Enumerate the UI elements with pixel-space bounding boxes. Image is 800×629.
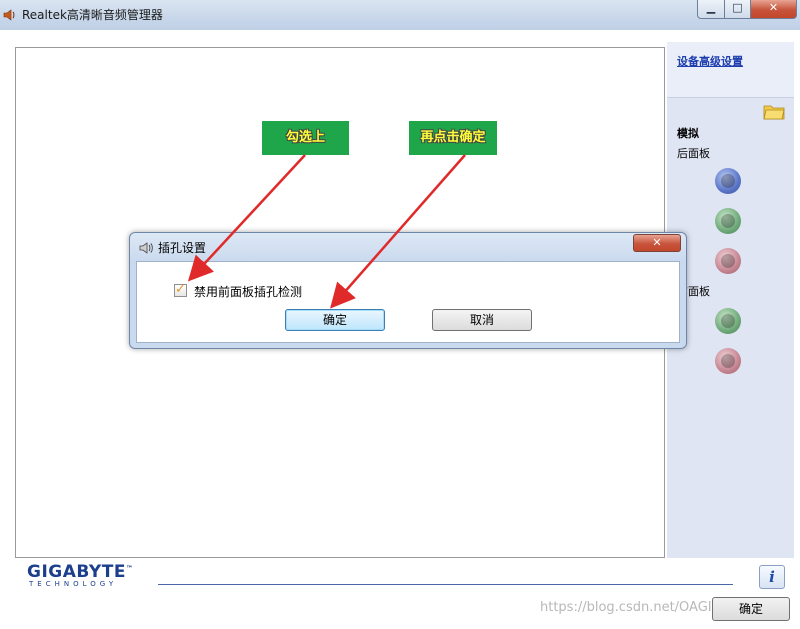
window-title: Realtek高清晰音频管理器 xyxy=(22,8,163,22)
maximize-button[interactable]: □ xyxy=(725,0,751,19)
cancel-button[interactable]: 取消 xyxy=(432,309,532,331)
callout-check-it: 勾选上 xyxy=(262,121,349,155)
speaker-icon xyxy=(139,242,153,254)
logo-main-text: GIGABYTE xyxy=(27,562,126,582)
callout-then-click-ok: 再点击确定 xyxy=(409,121,497,155)
front-jack-green[interactable] xyxy=(715,308,741,334)
gigabyte-logo: GIGABYTE™ TECHNOLOGY xyxy=(27,562,133,588)
close-button[interactable]: ✕ xyxy=(751,0,797,19)
logo-tm: ™ xyxy=(125,564,134,573)
watermark: https://blog.csdn.net/OAGIS... xyxy=(540,600,733,615)
ok-button[interactable]: 确定 xyxy=(285,309,385,331)
side-panel-header: 设备高级设置 xyxy=(667,42,794,98)
close-icon: ✕ xyxy=(768,1,779,14)
analog-label: 模拟 xyxy=(677,127,699,140)
dialog-title: 插孔设置 xyxy=(158,241,207,255)
checkbox-label[interactable]: 禁用前面板插孔检测 xyxy=(194,283,302,300)
footer-divider xyxy=(158,584,733,585)
checkmark-icon: ✓ xyxy=(175,282,186,297)
back-jack-pink[interactable] xyxy=(715,248,741,274)
folder-icon[interactable] xyxy=(763,102,785,120)
minimize-icon: ▁ xyxy=(706,1,716,14)
back-jack-green[interactable] xyxy=(715,208,741,234)
front-jack-pink[interactable] xyxy=(715,348,741,374)
jack-settings-dialog: 插孔设置 ✕ ✓ 禁用前面板插孔检测 确定 取消 xyxy=(129,232,687,349)
device-advanced-settings-link[interactable]: 设备高级设置 xyxy=(677,53,743,69)
dialog-body: ✓ 禁用前面板插孔检测 确定 取消 xyxy=(136,261,680,343)
title-bar: Realtek高清晰音频管理器 ▁ □ ✕ xyxy=(0,0,800,30)
back-jack-blue[interactable] xyxy=(715,168,741,194)
disable-front-jack-detection-checkbox[interactable]: ✓ xyxy=(174,282,187,297)
speaker-icon xyxy=(3,9,15,21)
info-button[interactable]: i xyxy=(759,565,785,589)
info-icon: i xyxy=(769,568,775,586)
minimize-button[interactable]: ▁ xyxy=(697,0,725,19)
back-panel-label: 后面板 xyxy=(677,147,710,160)
close-icon: ✕ xyxy=(652,236,662,249)
maximize-icon: □ xyxy=(732,1,743,14)
dialog-close-button[interactable]: ✕ xyxy=(633,234,681,252)
main-ok-button[interactable]: 确定 xyxy=(712,597,790,621)
